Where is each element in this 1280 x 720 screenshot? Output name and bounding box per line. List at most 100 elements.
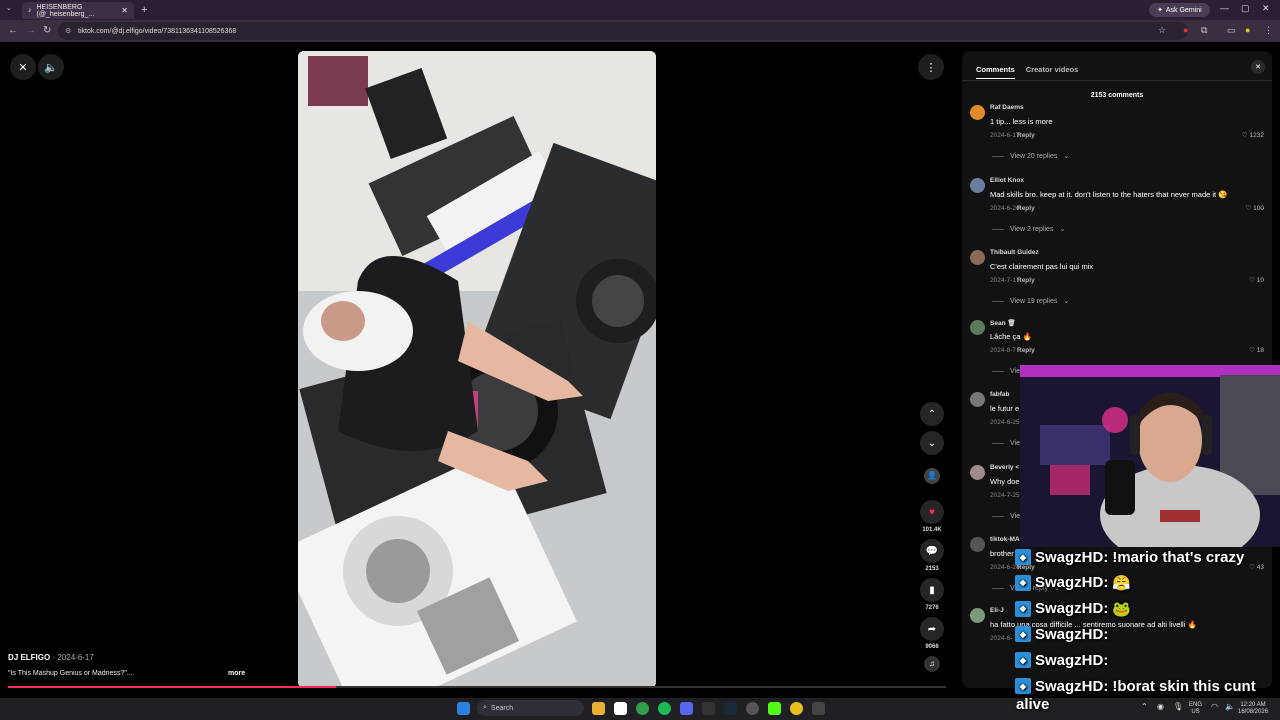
window-close-icon[interactable]: ✕ xyxy=(1262,3,1270,14)
more-options-button[interactable]: ⋮ xyxy=(918,54,944,80)
ask-gemini-button[interactable]: ✦ Ask Gemini xyxy=(1149,3,1210,17)
forward-icon[interactable]: → xyxy=(26,25,36,36)
comment-item: Raf Daems 1 tip... less is more 2024-6-17 R… xyxy=(970,104,1266,164)
close-video-button[interactable]: ✕ xyxy=(10,54,36,80)
comment-like-button[interactable]: ♡ 1232 xyxy=(1242,131,1264,139)
browser-menu-icon[interactable]: ⋮ xyxy=(1264,25,1273,36)
microphone-icon[interactable]: 🎙 xyxy=(1173,703,1183,711)
chat-message: ◆ SwagzHD: !borat skin this cunt xyxy=(1015,675,1256,697)
url-field[interactable]: ⚙ tiktok.com/@dj.elfigo/video/7381136341… xyxy=(58,22,1188,40)
avatar[interactable] xyxy=(970,250,985,265)
video-progress-bar[interactable] xyxy=(8,686,946,688)
avatar[interactable] xyxy=(970,320,985,335)
reload-icon[interactable]: ↻ xyxy=(43,25,51,36)
tab-close-icon[interactable]: ✕ xyxy=(121,6,128,15)
comment-like-button[interactable]: ♡ 10 xyxy=(1249,276,1264,284)
tab-comments[interactable]: Comments xyxy=(976,65,1015,79)
spotify-icon[interactable] xyxy=(658,702,671,715)
comment-username[interactable]: tiktok-MA xyxy=(990,536,1020,543)
browser-tab[interactable]: ♪ HEISENBERG (@_heisenberg_... ✕ xyxy=(22,2,134,19)
webcam-image xyxy=(1020,365,1280,547)
comment-like-button[interactable]: ♡ 100 xyxy=(1246,204,1265,212)
app-icon-2[interactable] xyxy=(812,702,825,715)
chat-message: ◆ SwagzHD: 😤 xyxy=(1015,572,1131,594)
previous-video-button[interactable]: ⌃ xyxy=(920,402,944,426)
back-icon[interactable]: ← xyxy=(8,25,18,36)
extensions-puzzle-icon[interactable]: ⧉ xyxy=(1201,25,1207,36)
avatar[interactable] xyxy=(970,178,985,193)
bookmark-star-icon[interactable]: ☆ xyxy=(1158,25,1166,36)
volume-button[interactable]: 🔈 xyxy=(38,54,64,80)
minimize-icon[interactable]: — xyxy=(1220,3,1229,13)
file-explorer-icon[interactable] xyxy=(592,702,605,715)
tray-expand-icon[interactable]: ⌃ xyxy=(1141,703,1148,711)
chrome-icon[interactable] xyxy=(636,702,649,715)
language-indicator[interactable]: ENG US xyxy=(1189,702,1202,716)
panel-close-icon[interactable]: ✕ xyxy=(1251,60,1265,74)
comment-like-button[interactable]: ♡ 18 xyxy=(1249,346,1264,354)
like-button[interactable]: ♥ xyxy=(920,500,944,524)
site-info-icon[interactable]: ⚙ xyxy=(65,27,71,35)
reply-button[interactable]: Reply xyxy=(1017,205,1035,212)
terminal-icon[interactable] xyxy=(702,702,715,715)
video-player[interactable] xyxy=(298,51,656,688)
taskbar-search[interactable]: ⌕ Search xyxy=(477,700,584,716)
comment-username[interactable]: Elliot Knox xyxy=(990,177,1024,184)
tab-search-icon[interactable]: ⌄ xyxy=(6,4,18,16)
kick-icon[interactable] xyxy=(768,702,781,715)
avatar[interactable] xyxy=(970,608,985,623)
share-button[interactable]: ➦ xyxy=(920,617,944,641)
comment-username[interactable]: Sean 🗑 xyxy=(990,319,1016,327)
volume-icon[interactable]: 🔈 xyxy=(1225,703,1235,711)
comment-like-count: 1232 xyxy=(1249,132,1264,139)
avatar[interactable] xyxy=(970,537,985,552)
save-button[interactable]: ▮ xyxy=(920,578,944,602)
comment-like-button[interactable]: ♡ 43 xyxy=(1249,563,1264,571)
comment-username[interactable]: fabfab xyxy=(990,391,1010,398)
comment-username[interactable]: Thibault Guidez xyxy=(990,249,1039,256)
progress-fill xyxy=(8,686,337,688)
profile-avatar[interactable]: ● xyxy=(1245,25,1250,35)
discord-icon[interactable] xyxy=(680,702,693,715)
start-icon[interactable] xyxy=(457,702,470,715)
app-icon[interactable] xyxy=(614,702,627,715)
view-replies-button[interactable]: View 19 replies ⌄ xyxy=(992,297,1069,305)
extension-icon[interactable]: ● xyxy=(1183,25,1188,35)
comment-username[interactable]: Beverly < xyxy=(990,464,1019,471)
reply-button[interactable]: Reply xyxy=(1017,347,1035,354)
new-tab-button[interactable]: + xyxy=(141,4,147,16)
clock[interactable]: 12:20 AM 16/08/2026 xyxy=(1238,702,1268,716)
obs-icon[interactable] xyxy=(746,702,759,715)
heart-icon: ♥ xyxy=(929,506,935,518)
author-name[interactable]: DJ ELFIGO xyxy=(8,653,50,662)
maximize-icon[interactable]: ▢ xyxy=(1241,3,1250,14)
comment-like-count: 10 xyxy=(1256,277,1264,284)
creator-avatar[interactable]: 👤 xyxy=(924,468,940,484)
chrome-profile-icon[interactable] xyxy=(790,702,803,715)
view-replies-button[interactable]: View 2 replies ⌄ xyxy=(992,225,1065,233)
caption-more-link[interactable]: more xyxy=(228,670,245,677)
bookmark-icon: ▮ xyxy=(929,584,935,596)
next-video-button[interactable]: ⌄ xyxy=(920,431,944,455)
avatar[interactable] xyxy=(970,105,985,120)
avatar[interactable] xyxy=(970,465,985,480)
avatar[interactable] xyxy=(970,392,985,407)
post-date: 2024-6-17 xyxy=(57,653,94,662)
comment-username[interactable]: Eli-J xyxy=(990,607,1004,614)
reply-button[interactable]: Reply xyxy=(1017,132,1035,139)
chat-badge-icon: ◆ xyxy=(1015,652,1031,669)
wifi-icon[interactable]: ◠ xyxy=(1211,703,1218,711)
steam-icon[interactable] xyxy=(724,702,737,715)
cast-icon[interactable]: ▭ xyxy=(1227,25,1236,36)
reply-button[interactable]: Reply xyxy=(1017,277,1035,284)
tray-app-icon[interactable]: ◉ xyxy=(1157,703,1164,711)
video-author[interactable]: DJ ELFIGO · 2024-6-17 xyxy=(8,653,94,662)
sound-disc-icon[interactable]: ♫ xyxy=(924,656,940,672)
comment-username[interactable]: Raf Daems xyxy=(990,104,1024,111)
chat-badge-icon: ◆ xyxy=(1015,574,1031,591)
comment-date: 2024-6- xyxy=(990,635,1013,642)
comment-button[interactable]: 💬 xyxy=(920,539,944,563)
tab-creator-videos[interactable]: Creator videos xyxy=(1026,65,1079,79)
view-replies-button[interactable]: View 20 replies ⌄ xyxy=(992,152,1069,160)
region: US xyxy=(1191,709,1200,715)
